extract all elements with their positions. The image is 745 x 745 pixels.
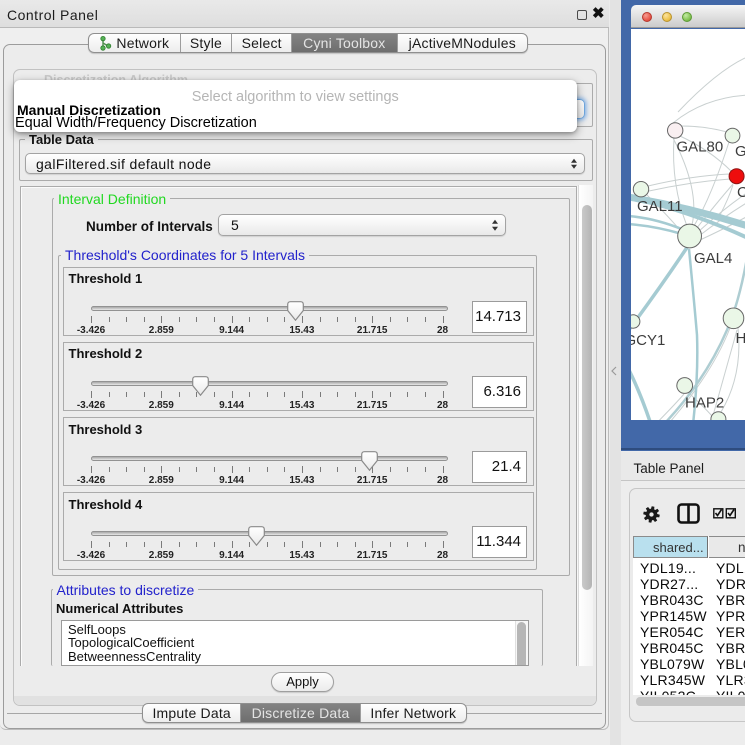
svg-text:GCY1: GCY1 xyxy=(631,332,665,349)
svg-text:GAL11: GAL11 xyxy=(637,198,683,215)
svg-text:GAL4: GAL4 xyxy=(694,250,732,267)
svg-text:HA: HA xyxy=(736,330,745,347)
svg-text:GAL80: GAL80 xyxy=(677,139,724,156)
svg-text:CY: CY xyxy=(737,184,745,201)
svg-text:HAP2: HAP2 xyxy=(685,395,724,412)
svg-text:GA: GA xyxy=(735,143,745,160)
